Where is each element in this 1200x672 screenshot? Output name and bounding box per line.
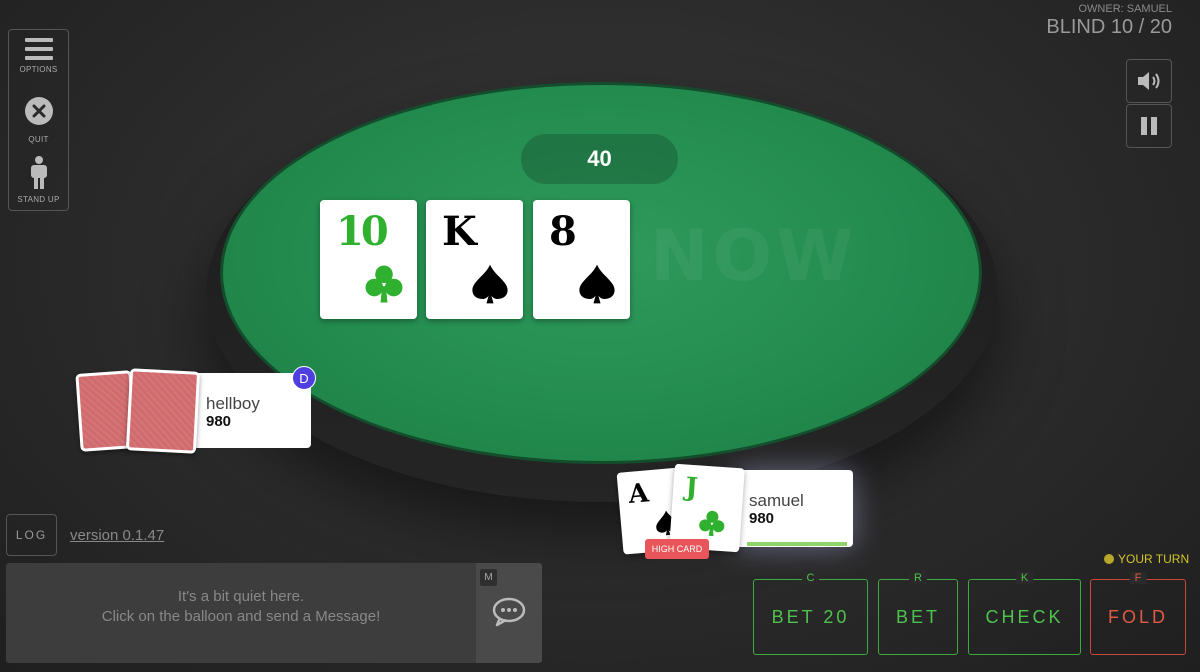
button-label: BET 20 [771, 606, 850, 627]
stand-up-label: STAND UP [17, 195, 60, 204]
check-button[interactable]: K CHECK [968, 572, 1081, 655]
club-suit-icon [362, 262, 406, 306]
options-label: OPTIONS [19, 65, 58, 74]
chat-balloon-icon [492, 597, 526, 627]
club-suit-icon [696, 507, 728, 539]
my-stack: 980 [749, 510, 775, 527]
pause-icon [1141, 117, 1157, 135]
close-circle-icon [24, 97, 53, 125]
table-owner: OWNER: SAMUEL [1078, 3, 1172, 15]
turn-dot-icon [1104, 554, 1114, 564]
hotkey-label: K [1015, 572, 1034, 584]
blind-level: BLIND 10 / 20 [1046, 16, 1172, 38]
chat-placeholder-line-2: Click on the balloon and send a Message! [101, 608, 381, 625]
button-label: BET [895, 606, 940, 627]
pause-button[interactable] [1126, 104, 1172, 148]
hand-strength-badge: HIGH CARD [645, 539, 709, 559]
card-rank: 10 [336, 208, 389, 255]
log-button[interactable]: LOG [6, 514, 57, 556]
bet-20-button[interactable]: C BET 20 [753, 572, 868, 655]
your-turn-label: YOUR TURN [1118, 552, 1190, 566]
fold-button[interactable]: F FOLD [1090, 572, 1186, 655]
chat-placeholder: It's a bit quiet here. Click on the ball… [6, 587, 476, 627]
opponent-card-back-2 [125, 368, 201, 454]
table-watermark: NOW [650, 215, 858, 297]
chat-panel: It's a bit quiet here. Click on the ball… [6, 563, 542, 663]
opponent-stack: 980 [206, 413, 232, 430]
quit-label: QUIT [28, 135, 49, 144]
quit-button[interactable]: QUIT [9, 97, 68, 144]
turn-timer-bar [747, 542, 847, 546]
community-card-3: 8 [533, 200, 630, 319]
hotkey-label: C [801, 572, 820, 584]
dealer-button: D [292, 366, 316, 390]
chat-placeholder-line-1: It's a bit quiet here. [177, 588, 305, 605]
stand-up-button[interactable]: STAND UP [9, 156, 68, 204]
hamburger-icon [9, 38, 68, 60]
hotkey-label: F [1129, 572, 1147, 584]
spade-suit-icon [575, 262, 619, 306]
speaker-icon [1138, 72, 1160, 90]
options-button[interactable]: OPTIONS [9, 38, 68, 74]
button-label: CHECK [985, 606, 1064, 627]
my-player-info: samuel 980 [735, 470, 853, 547]
chat-hotkey: M [480, 569, 497, 586]
sound-button[interactable] [1126, 59, 1172, 103]
spade-suit-icon [468, 262, 512, 306]
your-turn-indicator: YOUR TURN [1104, 552, 1189, 566]
chat-balloon-button[interactable]: M [476, 563, 542, 663]
pot-amount: 40 [521, 134, 678, 184]
hotkey-label: R [909, 572, 927, 584]
community-card-1: 10 [320, 200, 417, 319]
person-standing-icon [30, 156, 47, 189]
community-card-2: K [426, 200, 523, 319]
version-link[interactable]: version 0.1.47 [70, 527, 164, 544]
card-rank: 8 [549, 208, 577, 255]
card-rank: K [442, 208, 477, 255]
side-menu: OPTIONS QUIT STAND UP [8, 29, 69, 211]
button-label: FOLD [1107, 606, 1168, 627]
opponent-name: hellboy [206, 394, 260, 413]
my-name: samuel [749, 491, 804, 510]
bet-button[interactable]: R BET [878, 572, 958, 655]
card-rank: A [627, 478, 647, 510]
card-rank: J [684, 472, 696, 504]
